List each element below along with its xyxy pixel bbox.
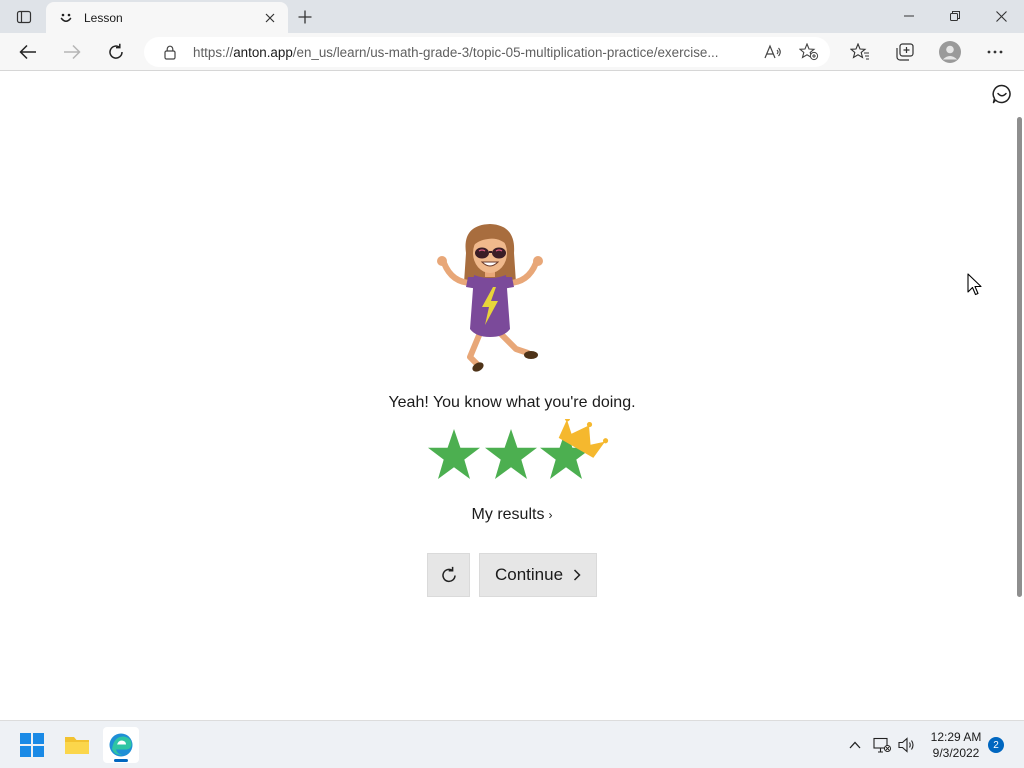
edge-taskbar-button[interactable] [103,727,139,763]
file-explorer-button[interactable] [59,727,95,763]
plus-icon [298,10,312,24]
new-tab-button[interactable] [292,5,318,29]
scrollbar-thumb[interactable] [1017,117,1022,597]
add-favorite-icon[interactable] [798,42,820,62]
favorites-icon [850,43,869,60]
folder-icon [65,737,89,754]
my-results-label: My results [471,506,545,523]
url-text[interactable]: https://anton.app/en_us/learn/us-math-gr… [193,45,759,60]
minimize-icon [904,15,914,17]
active-tab[interactable]: Lesson [46,2,288,33]
start-button[interactable] [14,727,50,763]
read-aloud-icon[interactable] [762,42,784,62]
lock-icon[interactable] [162,44,178,60]
tab-actions-icon [16,10,32,24]
windows-taskbar: 12:29 AM 9/3/2022 2 [0,720,1024,768]
windows-logo-icon [20,733,44,757]
tab-title: Lesson [84,10,123,25]
star-icon-1 [428,429,480,479]
volume-icon[interactable] [897,735,917,755]
success-message: Yeah! You know what you're doing. [388,394,636,411]
chevron-up-icon [849,741,861,749]
arrow-right-icon [64,44,81,60]
browser-toolbar: https://anton.app/en_us/learn/us-math-gr… [0,33,1024,71]
notification-badge[interactable]: 2 [988,737,1004,753]
chevron-right-icon: › [548,508,553,522]
star-rating [428,419,609,479]
anton-favicon-icon [58,10,74,26]
refresh-button[interactable] [101,37,131,67]
system-clock[interactable]: 12:29 AM 9/3/2022 [922,729,990,761]
collections-icon [895,43,914,61]
more-dots-icon [987,50,1003,54]
profile-button[interactable] [935,37,965,67]
clock-date: 9/3/2022 [932,746,980,760]
mouse-cursor-icon [967,273,982,296]
tab-strip: Lesson [0,0,1024,33]
settings-menu-button[interactable] [980,37,1010,67]
arrow-left-icon [19,44,36,60]
show-hidden-icons-button[interactable] [845,735,865,755]
restore-icon [950,11,960,21]
favorites-button[interactable] [845,37,875,67]
celebrating-girl-illustration [437,224,543,372]
tab-actions-button[interactable] [10,5,38,29]
chevron-right-icon [573,569,581,581]
address-bar[interactable]: https://anton.app/en_us/learn/us-math-gr… [144,37,830,67]
active-app-indicator [114,759,128,762]
profile-avatar-icon [939,41,961,63]
minimize-button[interactable] [886,0,932,32]
retry-icon [441,566,456,583]
network-icon[interactable] [872,735,892,755]
collections-button[interactable] [889,37,919,67]
forward-button[interactable] [57,37,87,67]
refresh-icon [109,43,123,59]
close-icon [995,10,1007,22]
continue-button[interactable]: Continue [479,553,597,597]
feedback-chat-icon[interactable] [991,83,1013,105]
clock-time: 12:29 AM [930,730,982,744]
restore-button[interactable] [932,0,978,32]
back-button[interactable] [13,37,43,67]
my-results-link[interactable]: My results › [462,506,562,528]
retry-button[interactable] [427,553,470,597]
lesson-page: Yeah! You know what you're doing. My res… [0,71,1024,720]
continue-label: Continue [494,565,564,584]
star-icon-2 [485,429,537,479]
tab-close-icon[interactable] [258,6,282,30]
edge-browser-icon [109,733,133,757]
close-window-button[interactable] [978,0,1024,32]
